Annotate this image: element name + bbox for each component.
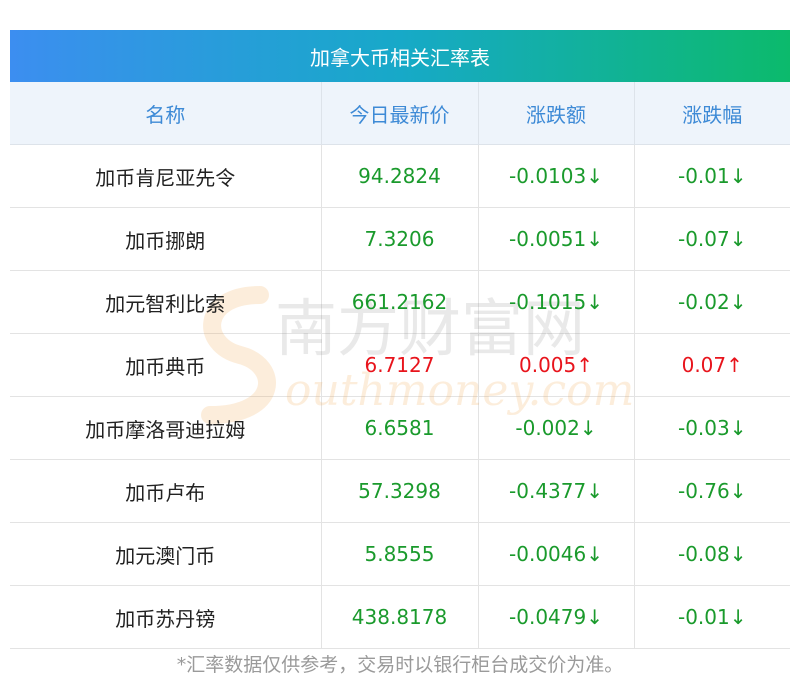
table-row: 加币卢布 57.3298 -0.4377↓ -0.76↓ <box>10 459 790 523</box>
change-cell: 0.005↑ <box>478 333 635 397</box>
change-cell: -0.4377↓ <box>478 459 635 523</box>
table-row: 加币挪朗 7.3206 -0.0051↓ -0.07↓ <box>10 207 790 271</box>
price-cell: 6.7127 <box>321 333 479 397</box>
table-row: 加币摩洛哥迪拉姆 6.6581 -0.002↓ -0.03↓ <box>10 396 790 460</box>
percent-cell: -0.08↓ <box>634 522 790 586</box>
percent-cell: 0.07↑ <box>634 333 790 397</box>
price-cell: 438.8178 <box>321 585 479 649</box>
price-cell: 57.3298 <box>321 459 479 523</box>
table-row: 加币苏丹镑 438.8178 -0.0479↓ -0.01↓ <box>10 585 790 649</box>
header-price: 今日最新价 <box>321 82 479 145</box>
price-cell: 94.2824 <box>321 144 479 208</box>
name-cell: 加币卢布 <box>10 459 322 523</box>
change-cell: -0.002↓ <box>478 396 635 460</box>
footnote: *汇率数据仅供参考，交易时以银行柜台成交价为准。 <box>176 654 624 676</box>
rate-table-container: 加拿大币相关汇率表 名称 今日最新价 涨跌额 涨跌幅 加币肯尼亚先令 94.282… <box>10 30 790 649</box>
price-cell: 661.2162 <box>321 270 479 334</box>
percent-cell: -0.07↓ <box>634 207 790 271</box>
table-row: 加币典币 6.7127 0.005↑ 0.07↑ <box>10 333 790 397</box>
price-cell: 5.8555 <box>321 522 479 586</box>
percent-cell: -0.76↓ <box>634 459 790 523</box>
name-cell: 加元澳门币 <box>10 522 322 586</box>
header-percent: 涨跌幅 <box>634 82 790 145</box>
name-cell: 加币典币 <box>10 333 322 397</box>
header-change: 涨跌额 <box>478 82 635 145</box>
name-cell: 加元智利比索 <box>10 270 322 334</box>
table-row: 加元澳门币 5.8555 -0.0046↓ -0.08↓ <box>10 522 790 586</box>
header-name: 名称 <box>10 82 322 145</box>
percent-cell: -0.02↓ <box>634 270 790 334</box>
name-cell: 加币摩洛哥迪拉姆 <box>10 396 322 460</box>
price-cell: 7.3206 <box>321 207 479 271</box>
name-cell: 加币苏丹镑 <box>10 585 322 649</box>
table-row: 加元智利比索 661.2162 -0.1015↓ -0.02↓ <box>10 270 790 334</box>
name-cell: 加币肯尼亚先令 <box>10 144 322 208</box>
rate-table: 名称 今日最新价 涨跌额 涨跌幅 加币肯尼亚先令 94.2824 -0.0103↓ -… <box>10 82 790 649</box>
change-cell: -0.0051↓ <box>478 207 635 271</box>
percent-cell: -0.03↓ <box>634 396 790 460</box>
percent-cell: -0.01↓ <box>634 144 790 208</box>
change-cell: -0.0046↓ <box>478 522 635 586</box>
name-cell: 加币挪朗 <box>10 207 322 271</box>
change-cell: -0.0479↓ <box>478 585 635 649</box>
percent-cell: -0.01↓ <box>634 585 790 649</box>
header-row: 名称 今日最新价 涨跌额 涨跌幅 <box>10 82 790 145</box>
change-cell: -0.1015↓ <box>478 270 635 334</box>
change-cell: -0.0103↓ <box>478 144 635 208</box>
price-cell: 6.6581 <box>321 396 479 460</box>
table-title: 加拿大币相关汇率表 <box>10 30 790 82</box>
table-row: 加币肯尼亚先令 94.2824 -0.0103↓ -0.01↓ <box>10 144 790 208</box>
